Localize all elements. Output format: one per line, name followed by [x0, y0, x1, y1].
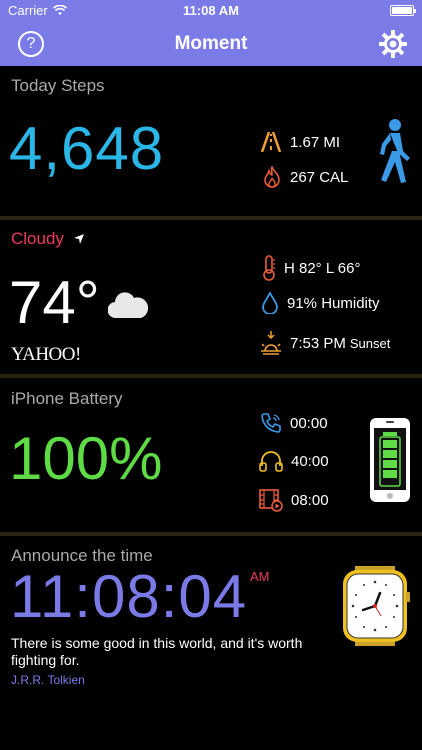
calories-row: 267 CAL: [262, 166, 348, 188]
audio-time-row: 40:00: [259, 450, 329, 472]
status-time: 11:08 AM: [183, 3, 239, 18]
sunset-row: 7:53 PM Sunset: [260, 331, 390, 355]
talk-time-row: 00:00: [260, 412, 328, 434]
headphones-icon: [259, 451, 283, 472]
calories-value: 267 CAL: [290, 168, 349, 186]
humidity-row: 91% Humidity: [261, 292, 380, 314]
distance-row: 1.67 MI: [260, 132, 340, 152]
status-battery-icon: [390, 5, 416, 16]
steps-count: 4,648: [9, 115, 165, 182]
steps-section[interactable]: Today Steps 4,648 1.67 MI 267 CAL: [0, 66, 422, 216]
road-icon: [260, 132, 282, 152]
battery-section[interactable]: iPhone Battery 100% 00:00 40:00 08:00: [0, 378, 422, 532]
weather-condition-row: Cloudy: [11, 229, 84, 249]
battery-level: 100%: [9, 425, 163, 492]
walker-icon: [380, 119, 410, 183]
weather-condition: Cloudy: [11, 229, 64, 248]
sunset-label: Sunset: [349, 335, 391, 351]
battery-title: iPhone Battery: [11, 389, 123, 408]
high-low-row: H 82° L 66°: [262, 255, 361, 281]
announce-time: 11:08:04: [10, 563, 248, 630]
cloud-icon: [108, 292, 148, 318]
phone-icon: [261, 413, 281, 433]
location-arrow-icon: [73, 234, 84, 244]
distance-value: 1.67 MI: [290, 133, 341, 151]
iphone-battery-icon: [370, 418, 410, 502]
drop-icon: [262, 292, 278, 314]
weather-section[interactable]: Cloudy 74° YAHOO! H 82° L 66° 91% Humidi…: [0, 220, 422, 374]
flame-icon: [264, 166, 280, 188]
audio-time-value: 40:00: [291, 452, 329, 470]
status-bar: Carrier 11:08 AM: [0, 0, 422, 22]
steps-title: Today Steps: [11, 76, 105, 95]
sunset-icon: [261, 331, 281, 355]
temperature: 74°: [9, 269, 100, 336]
nav-bar: ? Moment: [0, 22, 422, 66]
video-time-row: 08:00: [259, 488, 329, 512]
film-icon: [259, 489, 283, 512]
talk-time-value: 00:00: [290, 414, 328, 432]
video-time-value: 08:00: [291, 491, 329, 509]
high-low-value: H 82° L 66°: [284, 259, 361, 277]
announce-ampm: AM: [250, 569, 270, 584]
watch-icon: [343, 566, 410, 646]
quote-text: There is some good in this world, and it…: [11, 635, 303, 668]
gear-icon[interactable]: [378, 29, 408, 59]
yahoo-logo: YAHOO!: [11, 344, 81, 365]
sunset-time: 7:53 PM: [290, 334, 346, 352]
thermometer-icon: [263, 255, 275, 281]
app-title: Moment: [174, 33, 248, 54]
quote-author: J.R.R. Tolkien: [11, 673, 85, 687]
announce-section[interactable]: Announce the time 11:08:04 AM There is s…: [0, 536, 422, 750]
humidity-value: 91% Humidity: [287, 294, 380, 312]
